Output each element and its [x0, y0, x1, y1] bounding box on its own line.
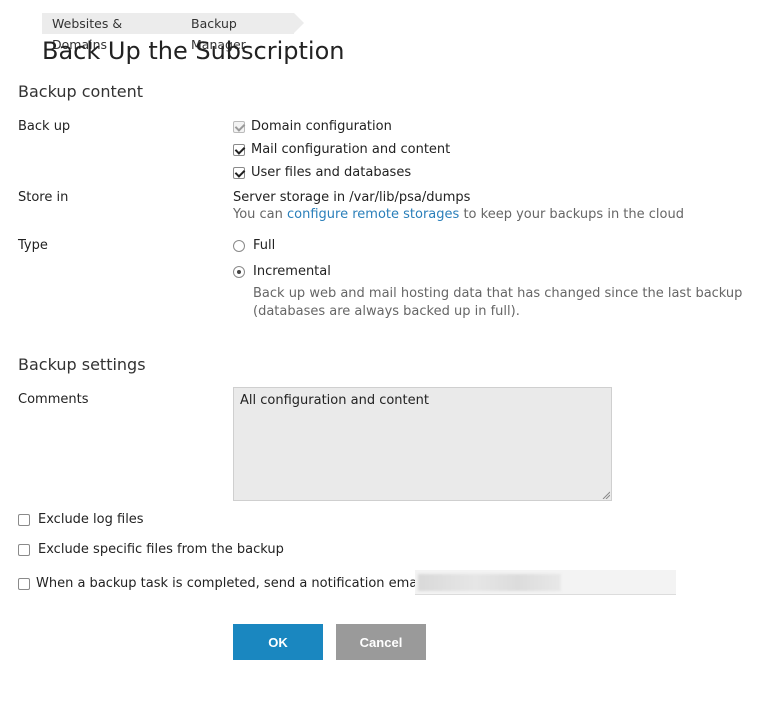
exclude-log-files-option[interactable]: Exclude log files: [18, 512, 144, 527]
notification-email-checkbox[interactable]: [18, 577, 30, 590]
notification-email-label: When a backup task is completed, send a …: [36, 576, 442, 591]
notification-email-option[interactable]: When a backup task is completed, send a …: [18, 576, 442, 591]
exclude-specific-files-checkbox[interactable]: [18, 543, 30, 556]
comments-label: Comments: [18, 392, 89, 407]
domain-configuration-option[interactable]: Domain configuration: [233, 119, 392, 134]
exclude-specific-files-label: Exclude specific files from the backup: [38, 542, 284, 557]
comments-textarea[interactable]: All configuration and content: [233, 387, 612, 501]
backup-content-heading: Backup content: [18, 82, 143, 101]
mail-configuration-label: Mail configuration and content: [251, 142, 451, 157]
store-in-hint: You can configure remote storages to kee…: [233, 206, 684, 224]
mail-configuration-option[interactable]: Mail configuration and content: [233, 142, 450, 157]
user-files-checkbox[interactable]: [233, 166, 245, 179]
type-incremental-label: Incremental: [253, 264, 331, 279]
domain-configuration-label: Domain configuration: [251, 119, 392, 134]
incremental-hint-line1: Back up web and mail hosting data that h…: [253, 286, 743, 301]
type-incremental-radio[interactable]: [233, 265, 245, 278]
type-incremental-option[interactable]: Incremental: [233, 264, 331, 279]
ok-button[interactable]: OK: [233, 624, 323, 660]
user-files-label: User files and databases: [251, 165, 412, 180]
comments-value: All configuration and content: [240, 393, 429, 408]
store-hint-after: to keep your backups in the cloud: [459, 207, 684, 222]
type-label: Type: [18, 238, 48, 253]
mail-configuration-checkbox[interactable]: [233, 143, 245, 156]
type-full-option[interactable]: Full: [233, 238, 275, 253]
breadcrumb-backup-manager[interactable]: Backup Manager: [180, 13, 304, 52]
breadcrumb-websites-domains[interactable]: Websites & Domains: [42, 13, 191, 52]
backup-settings-heading: Backup settings: [18, 355, 146, 374]
incremental-hint-line2: (databases are always backed up in full)…: [253, 304, 520, 319]
user-files-option[interactable]: User files and databases: [233, 165, 411, 180]
resize-grip-icon[interactable]: [602, 491, 610, 499]
configure-remote-storages-link[interactable]: configure remote storages: [287, 207, 459, 222]
incremental-hint: Back up web and mail hosting data that h…: [253, 285, 753, 321]
exclude-specific-files-option[interactable]: Exclude specific files from the backup: [18, 542, 284, 557]
breadcrumb-separator: [294, 13, 304, 33]
type-full-label: Full: [253, 238, 276, 253]
store-hint-before: You can: [233, 207, 288, 222]
notification-email-input[interactable]: [415, 570, 676, 595]
cancel-button[interactable]: Cancel: [336, 624, 426, 660]
domain-configuration-checkbox[interactable]: [233, 120, 245, 133]
exclude-log-files-label: Exclude log files: [38, 512, 144, 527]
backup-label: Back up: [18, 119, 71, 134]
page-title: Back Up the Subscription: [42, 37, 345, 65]
type-full-radio[interactable]: [233, 239, 245, 252]
exclude-log-files-checkbox[interactable]: [18, 513, 30, 526]
redacted-email-value: [418, 574, 561, 591]
store-in-value: Server storage in /var/lib/psa/dumps: [233, 190, 471, 205]
store-in-label: Store in: [18, 190, 69, 205]
